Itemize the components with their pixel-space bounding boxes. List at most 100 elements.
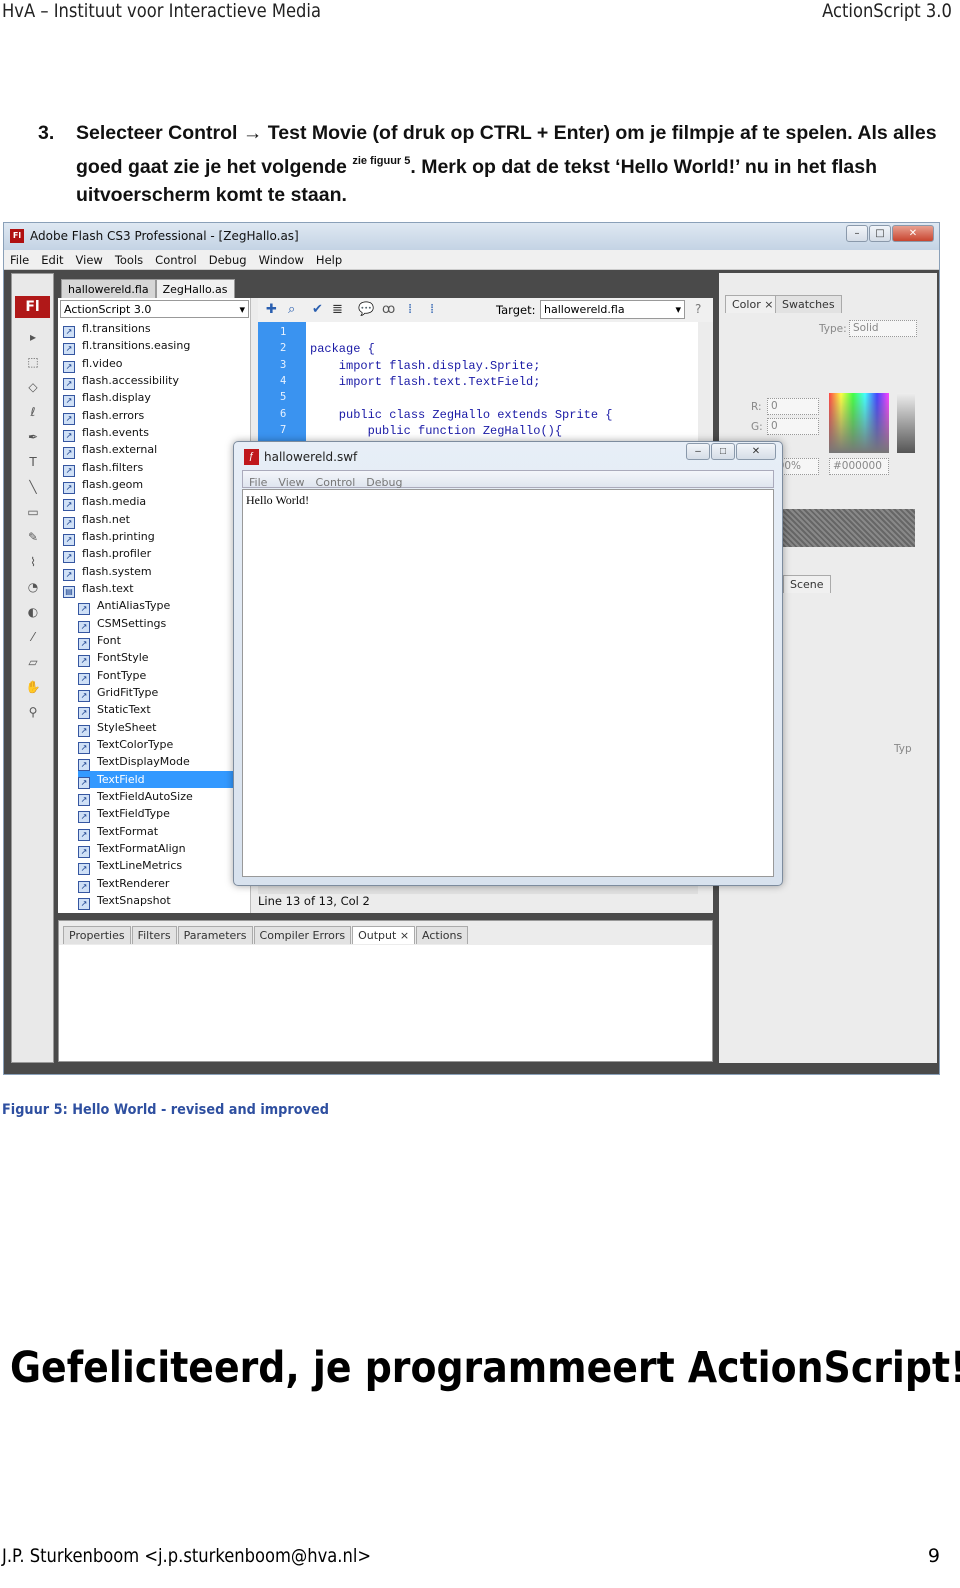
tree-item[interactable]: ↗ flash.accessibility	[63, 372, 233, 390]
swf-menu-view[interactable]: View	[272, 475, 309, 489]
tree-item[interactable]: ↗ TextColorType	[78, 736, 233, 754]
menu-window[interactable]: Window	[253, 250, 310, 267]
help-icon[interactable]: ?	[695, 302, 701, 316]
tree-item[interactable]: ↗ StyleSheet	[78, 719, 233, 737]
package-icon: ↗	[63, 499, 75, 512]
menu-file[interactable]: File	[4, 250, 35, 267]
code-hint-icon[interactable]: 💬	[358, 302, 374, 317]
zoom-tool-icon[interactable]: ⚲	[24, 705, 42, 719]
bottom-tab[interactable]: Parameters	[177, 926, 253, 944]
target-select[interactable]: hallowereld.fla ▾	[540, 300, 685, 319]
tree-item[interactable]: ▤ flash.text	[63, 580, 233, 598]
hex-field[interactable]: #000000	[829, 458, 889, 475]
r-field[interactable]: 0	[767, 398, 819, 415]
text-tool-icon[interactable]: T	[24, 455, 42, 469]
tree-item[interactable]: ↗ TextLineMetrics	[78, 857, 233, 876]
tree-item[interactable]: ↗ TextFieldAutoSize	[78, 788, 233, 806]
tree-item[interactable]: ↗ flash.media	[63, 493, 233, 512]
free-transform-tool-icon[interactable]: ◇	[24, 380, 42, 394]
menu-debug[interactable]: Debug	[203, 250, 253, 267]
find-icon[interactable]: ⌕	[288, 302, 295, 317]
tab-swatches[interactable]: Swatches	[775, 295, 842, 313]
tree-item[interactable]: ↗ TextFormatAlign	[78, 840, 233, 858]
type-select[interactable]: Solid	[849, 320, 917, 337]
tree-item[interactable]: ↗ flash.display	[63, 389, 233, 408]
close-button[interactable]: ✕	[892, 225, 934, 242]
tree-item[interactable]: ↗ TextSnapshot	[78, 892, 233, 910]
tree-item[interactable]: ↗ Font	[78, 632, 233, 650]
doc-tab[interactable]: ZegHallo.as	[155, 279, 235, 299]
line-tool-icon[interactable]: ╲	[24, 480, 42, 494]
debug-options-icon[interactable]: ꝏ	[382, 302, 395, 317]
tree-item[interactable]: ↗ flash.events	[63, 424, 233, 442]
eyedropper-tool-icon[interactable]: ⁄	[24, 630, 42, 644]
hand-tool-icon[interactable]: ✋	[24, 680, 42, 694]
tree-item[interactable]: ↗ flash.external	[63, 441, 233, 460]
class-icon: ↗	[78, 811, 90, 824]
eraser-tool-icon[interactable]: ▱	[24, 655, 42, 669]
subselect-tool-icon[interactable]: ⬚	[24, 355, 42, 369]
brightness-slider[interactable]	[897, 393, 915, 453]
menu-edit[interactable]: Edit	[35, 250, 69, 267]
swf-menu-control[interactable]: Control	[310, 475, 361, 489]
tree-item-label: TextColorType	[97, 737, 174, 751]
maximize-button[interactable]: □	[869, 225, 891, 242]
tree-item[interactable]: ↗ fl.video	[63, 355, 233, 373]
tree-item[interactable]: ↗ flash.geom	[63, 476, 233, 494]
g-field[interactable]: 0	[767, 418, 819, 435]
tree-item[interactable]: ↗ TextFormat	[78, 823, 233, 841]
tree-item[interactable]: ↗ FontType	[78, 667, 233, 685]
rectangle-tool-icon[interactable]: ▭	[24, 505, 42, 519]
collapse-icon[interactable]: ⁞	[408, 302, 412, 317]
tree-item[interactable]: ↗ fl.transitions.easing	[63, 337, 233, 356]
bottom-tab[interactable]: Properties	[63, 926, 131, 944]
swf-menu-debug[interactable]: Debug	[360, 475, 407, 489]
maximize-button[interactable]: □	[711, 443, 735, 460]
brush-tool-icon[interactable]: ⌇	[24, 555, 42, 569]
tree-item[interactable]: ↗ flash.net	[63, 511, 233, 529]
tab-color[interactable]: Color ×	[725, 295, 781, 313]
collapse-selection-icon[interactable]: ⁞	[430, 302, 434, 317]
add-statement-icon[interactable]: ✚	[266, 302, 277, 317]
tab-scene[interactable]: Scene	[783, 575, 831, 593]
selection-tool-icon[interactable]: ▸	[24, 330, 42, 344]
menu-help[interactable]: Help	[310, 250, 348, 267]
tree-item[interactable]: ↗ flash.profiler	[63, 545, 233, 564]
tree-item[interactable]: ↗ flash.system	[63, 563, 233, 581]
language-select[interactable]: ActionScript 3.0 ▾	[60, 300, 249, 318]
menu-view[interactable]: View	[70, 250, 109, 267]
lasso-tool-icon[interactable]: ℓ	[24, 405, 42, 419]
pencil-tool-icon[interactable]: ✎	[24, 530, 42, 544]
pen-tool-icon[interactable]: ✒	[24, 430, 42, 444]
tree-item[interactable]: ↗ flash.printing	[63, 528, 233, 546]
bottom-tab[interactable]: Output ×	[352, 926, 416, 944]
doc-tab[interactable]: hallowereld.fla	[61, 279, 156, 299]
close-button[interactable]: ✕	[736, 443, 776, 460]
color-spectrum[interactable]	[829, 393, 889, 453]
menu-control[interactable]: Control	[149, 250, 203, 267]
paint-bucket-tool-icon[interactable]: ◐	[24, 605, 42, 619]
tree-item[interactable]: ↗ FontStyle	[78, 649, 233, 668]
tree-item[interactable]: ↗ StaticText	[78, 701, 233, 720]
bottom-tab[interactable]: Filters	[131, 926, 177, 944]
tree-item[interactable]: ↗ CSMSettings	[78, 615, 233, 633]
tree-item[interactable]: ↗ GridFitType	[78, 684, 233, 702]
minimize-button[interactable]: –	[686, 443, 710, 460]
tree-item[interactable]: ↗ TextDisplayMode	[78, 753, 233, 772]
tree-item[interactable]: ↗ fl.transitions	[63, 320, 233, 338]
tree-item[interactable]: ↗ flash.filters	[63, 459, 233, 477]
script-toolbar: ✚ ⌕ ✔ ≣ 💬 ꝏ ⁞ ⁞ Target: hallowereld.fla ▾…	[258, 298, 713, 322]
tree-item[interactable]: ↗ flash.errors	[63, 407, 233, 425]
ink-bottle-tool-icon[interactable]: ◔	[24, 580, 42, 594]
bottom-tab[interactable]: Compiler Errors	[253, 926, 352, 944]
swf-menu-file[interactable]: File	[243, 475, 272, 489]
tree-item[interactable]: ↗ TextField	[78, 770, 233, 789]
minimize-button[interactable]: –	[846, 225, 868, 242]
tree-item[interactable]: ↗ AntiAliasType	[78, 597, 233, 616]
tree-item[interactable]: ↗ TextFieldType	[78, 805, 233, 824]
menu-tools[interactable]: Tools	[109, 250, 149, 267]
tree-item[interactable]: ↗ TextRenderer	[78, 875, 233, 893]
auto-format-icon[interactable]: ≣	[332, 302, 343, 317]
bottom-tab[interactable]: Actions	[416, 926, 469, 944]
check-syntax-icon[interactable]: ✔	[312, 302, 323, 317]
